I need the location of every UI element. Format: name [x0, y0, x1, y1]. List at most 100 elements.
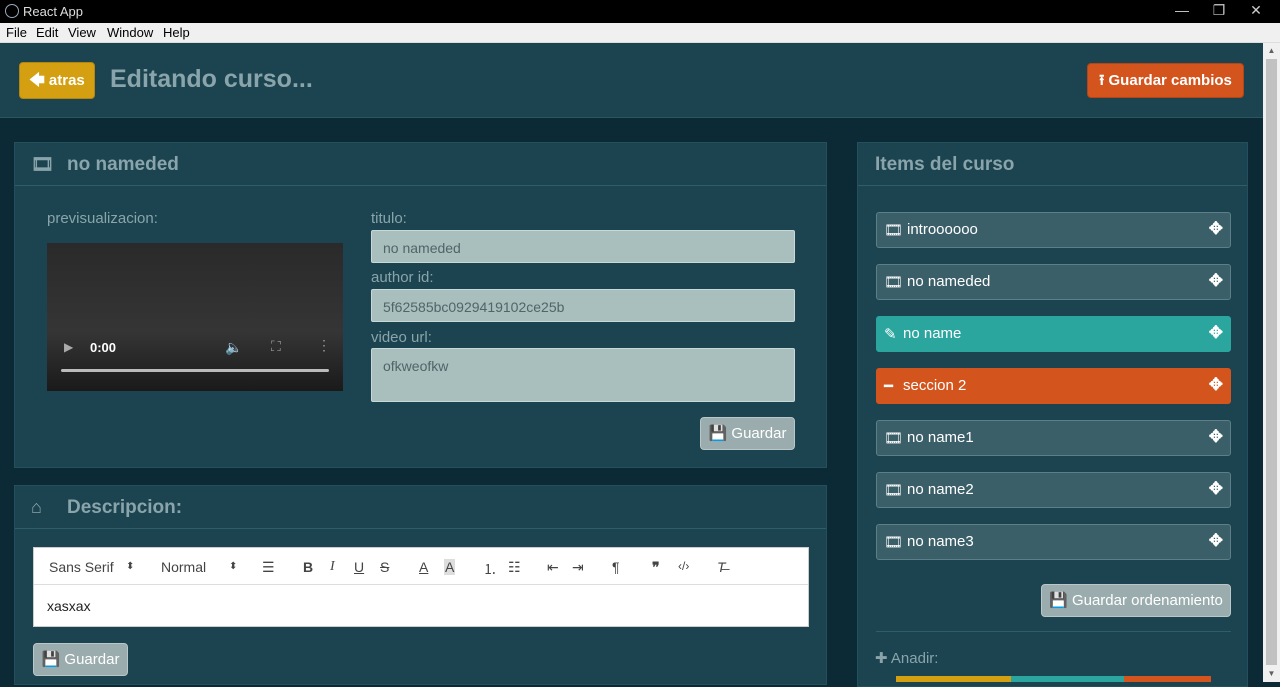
editor-content[interactable]: xasxax — [47, 598, 91, 614]
course-item-active[interactable]: ✎ no name ✥ — [876, 316, 1231, 352]
align-icon[interactable]: ☰ — [262, 559, 275, 576]
page-title: Editando curso... — [110, 65, 313, 93]
play-icon[interactable]: ▶ — [64, 340, 73, 354]
indent-icon[interactable]: ⇥ — [572, 559, 584, 576]
editor-toolbar: Sans Serif ⬍ Normal ⬍ ☰ B I U S A A ⒈ ☷ … — [34, 548, 808, 585]
move-icon[interactable]: ✥ — [1209, 271, 1223, 291]
course-section-item[interactable]: ━ seccion 2 ✥ — [876, 368, 1231, 404]
video-player[interactable]: ▶ 0:00 🔈 ⛶ ⋮ — [47, 243, 343, 391]
volume-icon[interactable]: 🔈 — [225, 339, 242, 356]
description-panel: ⌂ Descripcion: Sans Serif ⬍ Normal ⬍ ☰ B… — [14, 485, 827, 685]
menu-edit[interactable]: Edit — [36, 25, 58, 40]
film-icon: 🎞 — [884, 222, 904, 239]
save-changes-button[interactable]: ⭱ Guardar cambios — [1087, 63, 1244, 98]
save-changes-label: Guardar cambios — [1108, 72, 1232, 89]
description-panel-header: ⌂ Descripcion: — [15, 486, 826, 529]
video-url-textarea[interactable]: ofkweofkw — [371, 348, 795, 402]
move-icon[interactable]: ✥ — [1209, 219, 1223, 239]
outdent-icon[interactable]: ⇤ — [547, 559, 559, 576]
move-icon[interactable]: ✥ — [1209, 479, 1223, 499]
film-icon: 🎞 — [31, 154, 54, 174]
divider — [876, 631, 1231, 632]
video-progress-bar[interactable] — [61, 369, 329, 372]
scroll-down-icon[interactable]: ▼ — [1263, 666, 1280, 682]
author-id-input[interactable]: 5f62585bc0929419102ce25b — [371, 289, 795, 322]
description-panel-title: Descripcion: — [67, 497, 183, 518]
move-icon[interactable]: ✥ — [1209, 531, 1223, 551]
save-order-button[interactable]: 💾 Guardar ordenamiento — [1041, 584, 1231, 617]
course-item-label: introooooo — [907, 221, 978, 238]
save-video-label: Guardar — [731, 425, 787, 442]
scroll-thumb[interactable] — [1266, 59, 1277, 665]
save-video-button[interactable]: 💾 Guardar — [700, 417, 795, 450]
back-button[interactable]: 🡄 atras — [19, 62, 95, 99]
move-icon[interactable]: ✥ — [1209, 427, 1223, 447]
minus-icon: ━ — [884, 378, 894, 395]
course-item-label: no nameded — [907, 273, 991, 290]
close-button[interactable]: ✕ — [1238, 0, 1274, 23]
video-time: 0:00 — [90, 340, 117, 355]
course-item-label: no name2 — [907, 481, 974, 498]
upload-icon: ⭱ — [1099, 72, 1105, 89]
strike-icon[interactable]: S — [380, 559, 389, 575]
more-options-icon[interactable]: ⋮ — [317, 337, 331, 354]
italic-icon[interactable]: I — [330, 559, 335, 575]
titulo-label: titulo: — [371, 210, 407, 227]
window-title: React App — [23, 4, 83, 19]
course-items-panel: Items del curso 🎞 introooooo ✥ 🎞 no name… — [857, 142, 1248, 687]
save-description-button[interactable]: 💾 Guardar — [33, 643, 128, 676]
size-select-arrow-icon: ⬍ — [229, 561, 238, 572]
scroll-up-icon[interactable]: ▲ — [1263, 43, 1280, 59]
background-color-icon[interactable]: A — [444, 559, 456, 575]
add-section-button[interactable] — [1124, 676, 1211, 682]
move-icon[interactable]: ✥ — [1209, 323, 1223, 343]
clear-format-icon[interactable]: T̶ — [717, 559, 726, 575]
course-items-header: Items del curso — [858, 143, 1247, 186]
course-item[interactable]: 🎞 no nameded ✥ — [876, 264, 1231, 300]
ordered-list-icon[interactable]: ⒈ — [483, 559, 497, 579]
move-icon[interactable]: ✥ — [1209, 375, 1223, 395]
bullet-list-icon[interactable]: ☷ — [508, 559, 521, 576]
text-color-icon[interactable]: A — [419, 559, 428, 575]
course-item-label: no name3 — [907, 533, 974, 550]
menu-file[interactable]: File — [6, 25, 27, 40]
font-select-arrow-icon: ⬍ — [126, 561, 135, 572]
menu-window[interactable]: Window — [107, 25, 153, 40]
pencil-icon: ✎ — [884, 326, 897, 343]
text-direction-icon[interactable]: ¶ — [612, 559, 620, 575]
code-block-icon[interactable]: ‹/› — [678, 559, 689, 573]
menu-view[interactable]: View — [68, 25, 96, 40]
video-panel-header: 🎞 no nameded — [15, 143, 826, 186]
video-panel-title: no nameded — [67, 154, 179, 175]
add-video-button[interactable] — [896, 676, 1011, 682]
blockquote-icon[interactable]: ❞ — [652, 559, 660, 576]
minimize-button[interactable]: — — [1164, 0, 1200, 23]
video-url-label: video url: — [371, 329, 432, 346]
video-panel: 🎞 no nameded previsualizacion: ▶ 0:00 🔈 … — [14, 142, 827, 468]
titulo-input[interactable]: no nameded — [371, 230, 795, 263]
save-description-label: Guardar — [64, 651, 120, 668]
save-order-label: Guardar ordenamiento — [1071, 592, 1223, 609]
floppy-icon: 💾 — [1049, 592, 1068, 609]
plus-icon: ✚ — [875, 650, 888, 667]
course-item[interactable]: 🎞 no name2 ✥ — [876, 472, 1231, 508]
course-item[interactable]: 🎞 no name1 ✥ — [876, 420, 1231, 456]
course-item[interactable]: 🎞 introooooo ✥ — [876, 212, 1231, 248]
rich-text-editor[interactable]: Sans Serif ⬍ Normal ⬍ ☰ B I U S A A ⒈ ☷ … — [33, 547, 809, 627]
add-item-button[interactable] — [1011, 676, 1124, 682]
restore-button[interactable]: ❐ — [1201, 0, 1237, 23]
add-label: Anadir: — [890, 650, 939, 667]
window-titlebar: React App — ❐ ✕ — [0, 0, 1280, 23]
course-item-label: no name1 — [907, 429, 974, 446]
underline-icon[interactable]: U — [354, 559, 364, 575]
home-icon: ⌂ — [31, 497, 42, 517]
bold-icon[interactable]: B — [303, 559, 313, 575]
fullscreen-icon[interactable]: ⛶ — [271, 338, 281, 355]
course-item-label: seccion 2 — [903, 377, 967, 394]
menu-help[interactable]: Help — [163, 25, 190, 40]
course-item[interactable]: 🎞 no name3 ✥ — [876, 524, 1231, 560]
page-scrollbar[interactable]: ▲ ▼ — [1263, 43, 1280, 682]
size-select[interactable]: Normal — [161, 559, 206, 575]
font-select[interactable]: Sans Serif — [49, 559, 114, 575]
course-item-label: no name — [903, 325, 962, 342]
